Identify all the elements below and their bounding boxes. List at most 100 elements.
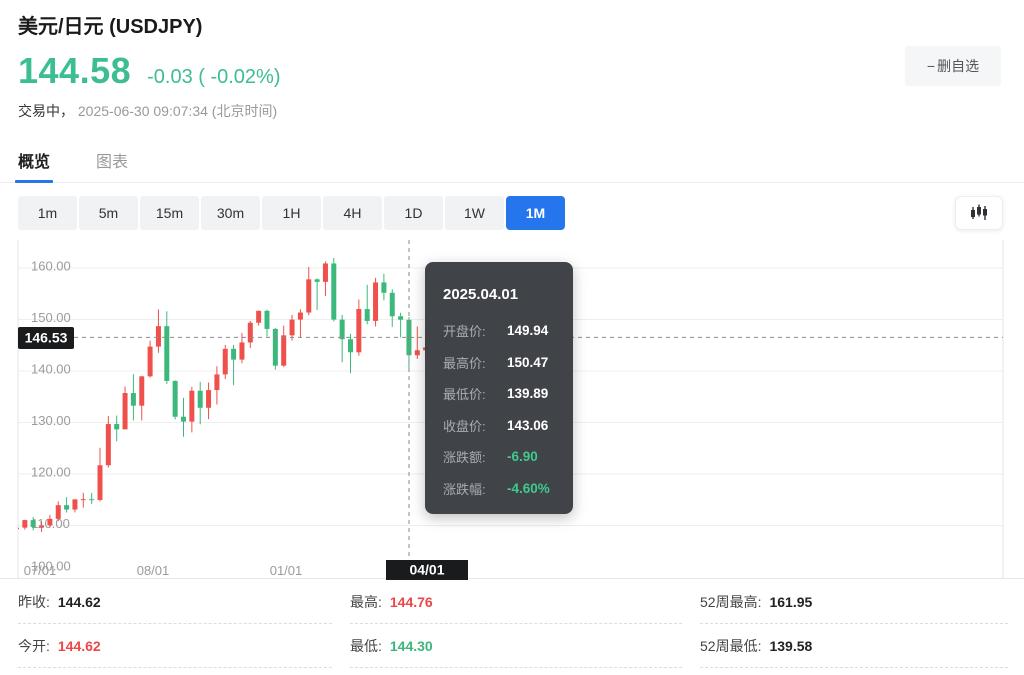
period-button-1d[interactable]: 1D (384, 196, 443, 230)
candle-2024-08[interactable] (340, 320, 345, 340)
candle-2022-10[interactable] (156, 326, 161, 346)
candle-2023-12[interactable] (273, 329, 278, 366)
stat-value: 144.62 (58, 594, 101, 610)
candle-2023-06[interactable] (223, 349, 228, 375)
candle-2024-03[interactable] (298, 313, 303, 320)
quote-stats: 昨收:144.62最高:144.7652周最高:161.95今开:144.62最… (0, 580, 1024, 668)
remove-favorite-label: 删自选 (937, 56, 979, 76)
stat-cell: 52周最高:161.95 (700, 580, 1008, 624)
tooltip-row: 涨跌幅:-4.60% (443, 479, 557, 498)
candle-2025-02[interactable] (390, 293, 395, 316)
tooltip-row: 收盘价:143.06 (443, 416, 557, 435)
price-change: -0.03 ( -0.02%) (147, 66, 280, 89)
candle-2022-09[interactable] (148, 347, 153, 377)
candle-2024-04[interactable] (306, 279, 311, 312)
stat-label: 最低: (350, 636, 382, 656)
candle-2022-06[interactable] (123, 393, 128, 429)
period-button-5m[interactable]: 5m (79, 196, 138, 230)
candle-2024-01[interactable] (281, 335, 286, 365)
candle-2022-07[interactable] (131, 393, 136, 406)
candle-2023-08[interactable] (239, 342, 244, 359)
tab-bar: 概览 图表 (0, 145, 1024, 183)
candle-2025-03[interactable] (398, 316, 403, 319)
candle-2021-07[interactable] (31, 520, 36, 527)
candle-2021-09[interactable] (47, 519, 52, 526)
candle-2025-05[interactable] (415, 350, 420, 355)
candle-2022-05[interactable] (114, 424, 119, 429)
candle-2023-07[interactable] (231, 349, 236, 360)
x-axis-label: 08/01 (137, 563, 170, 578)
candle-2024-10[interactable] (356, 309, 361, 352)
candle-2023-05[interactable] (214, 374, 219, 390)
candle-2024-06[interactable] (323, 263, 328, 281)
period-button-30m[interactable]: 30m (201, 196, 260, 230)
tooltip-row-label: 最低价: (443, 384, 507, 403)
candle-2022-12[interactable] (173, 381, 178, 417)
chart-type-button[interactable] (955, 196, 1003, 230)
candlestick-chart[interactable]: 160.00150.00140.00130.00120.00110.00100.… (0, 240, 1024, 580)
period-button-15m[interactable]: 15m (140, 196, 199, 230)
tooltip-row-label: 开盘价: (443, 321, 507, 340)
candle-2023-09[interactable] (248, 323, 253, 343)
stat-label: 最高: (350, 592, 382, 612)
candle-2022-03[interactable] (98, 465, 103, 500)
candle-2021-10[interactable] (56, 505, 61, 519)
candle-2023-01[interactable] (181, 417, 186, 422)
current-price: 144.58 (18, 50, 131, 92)
period-button-4h[interactable]: 4H (323, 196, 382, 230)
tooltip-row-value: 139.89 (507, 386, 548, 401)
candle-2022-01[interactable] (81, 499, 86, 500)
stat-cell: 最高:144.76 (350, 580, 682, 624)
crosshair-price-text: 146.53 (25, 330, 68, 346)
tooltip-row-label: 涨跌额: (443, 447, 507, 466)
tooltip-row-label: 收盘价: (443, 416, 507, 435)
candle-2022-08[interactable] (139, 376, 144, 405)
period-button-1m[interactable]: 1m (18, 196, 77, 230)
candle-2022-11[interactable] (164, 326, 169, 381)
candle-2021-05[interactable] (14, 528, 19, 529)
candle-2022-02[interactable] (89, 499, 94, 500)
quote-timestamp: 2025-06-30 09:07:34 (北京时间) (78, 103, 277, 119)
candle-2024-12[interactable] (373, 282, 378, 321)
tooltip-row-value: 150.47 (507, 355, 548, 370)
candle-2023-02[interactable] (189, 391, 194, 422)
candles-group (14, 258, 428, 533)
trading-status: 交易中， 2025-06-30 09:07:34 (北京时间) (18, 101, 277, 121)
period-button-1w[interactable]: 1W (445, 196, 504, 230)
tab-overview[interactable]: 概览 (15, 146, 53, 182)
price-block: 144.58 -0.03 ( -0.02%) (18, 50, 281, 92)
candle-2024-02[interactable] (290, 320, 295, 336)
candle-2023-10[interactable] (256, 311, 261, 323)
stat-label: 昨收: (18, 592, 50, 612)
x-axis-label: 01/01 (270, 563, 303, 578)
crosshair-date-text: 04/01 (409, 562, 444, 578)
candle-2024-09[interactable] (348, 339, 353, 352)
candle-2023-03[interactable] (198, 391, 203, 408)
candle-2024-07[interactable] (331, 263, 336, 319)
tooltip-row: 开盘价:149.94 (443, 321, 557, 340)
trading-status-label: 交易中， (18, 103, 74, 119)
candle-2025-01[interactable] (381, 282, 386, 292)
candle-2021-08[interactable] (39, 525, 44, 527)
candle-2021-06[interactable] (22, 520, 27, 528)
candle-2023-04[interactable] (206, 390, 211, 408)
candle-2021-11[interactable] (64, 505, 69, 509)
remove-favorite-button[interactable]: −删自选 (905, 46, 1001, 86)
y-axis-label: 160.00 (31, 259, 71, 274)
period-button-1m[interactable]: 1M (506, 196, 565, 230)
period-button-1h[interactable]: 1H (262, 196, 321, 230)
stat-value: 144.30 (390, 638, 433, 654)
minus-icon: − (927, 58, 935, 74)
candle-2023-11[interactable] (265, 311, 270, 329)
chart-tooltip: 2025.04.01 开盘价:149.94最高价:150.47最低价:139.8… (425, 262, 573, 514)
candle-2021-12[interactable] (72, 499, 77, 509)
stat-cell: 52周最低:139.58 (700, 624, 1008, 668)
tooltip-date: 2025.04.01 (443, 286, 557, 303)
tab-chart[interactable]: 图表 (93, 146, 131, 182)
stat-label: 52周最低: (700, 636, 761, 656)
candle-2024-05[interactable] (315, 279, 320, 282)
candle-2024-11[interactable] (365, 309, 370, 321)
stat-cell: 最低: 144.30 (350, 624, 682, 668)
candle-2022-04[interactable] (106, 424, 111, 465)
tooltip-row-value: 149.94 (507, 323, 548, 338)
